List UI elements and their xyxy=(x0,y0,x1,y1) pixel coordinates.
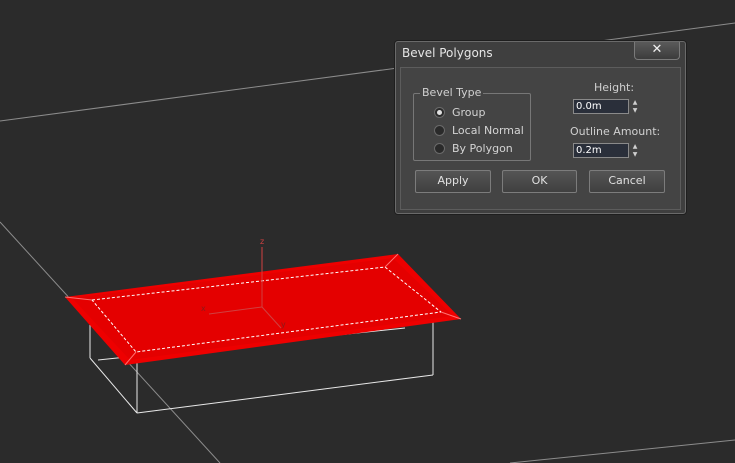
cancel-button[interactable]: Cancel xyxy=(589,170,665,193)
radio-label-group: Group xyxy=(452,105,486,119)
radio-label-by-polygon: By Polygon xyxy=(452,141,513,155)
radio-local-normal-option[interactable]: Local Normal xyxy=(434,122,524,138)
radio-button-local-normal[interactable] xyxy=(434,124,445,136)
selected-polygon[interactable] xyxy=(64,253,462,366)
radio-group-option[interactable]: Group xyxy=(434,104,486,120)
gizmo-z-label: z xyxy=(260,237,264,246)
close-icon: ✕ xyxy=(651,42,663,57)
dialog-title: Bevel Polygons xyxy=(402,46,493,60)
ok-button[interactable]: OK xyxy=(502,170,577,193)
radio-label-local-normal: Local Normal xyxy=(452,123,524,137)
spinner-up-icon[interactable]: ▲ xyxy=(631,143,639,150)
outline-amount-input[interactable]: 0.2m xyxy=(573,143,629,158)
spinner-down-icon[interactable]: ▼ xyxy=(631,107,639,114)
radio-button-group[interactable] xyxy=(434,106,445,118)
bevel-type-legend: Bevel Type xyxy=(420,86,484,99)
dialog-titlebar[interactable]: Bevel Polygons ✕ xyxy=(396,42,685,66)
apply-button[interactable]: Apply xyxy=(415,170,491,193)
outline-amount-spinner-arrows[interactable]: ▲ ▼ xyxy=(631,143,639,158)
radio-by-polygon-option[interactable]: By Polygon xyxy=(434,140,513,156)
height-label: Height: xyxy=(594,81,635,94)
height-spinner-arrows[interactable]: ▲ ▼ xyxy=(631,99,639,114)
spinner-down-icon[interactable]: ▼ xyxy=(631,151,639,158)
bevel-polygons-dialog: Bevel Polygons ✕ Bevel Type Group Local … xyxy=(395,41,686,214)
close-button[interactable]: ✕ xyxy=(634,42,680,60)
radio-button-by-polygon[interactable] xyxy=(434,142,445,154)
gizmo-y-label: y xyxy=(281,320,286,329)
height-input[interactable]: 0.0m xyxy=(573,99,629,114)
grid-line xyxy=(509,439,735,463)
gizmo-x-label: x xyxy=(201,304,206,313)
outline-amount-label: Outline Amount: xyxy=(570,125,661,138)
bevel-type-group: Bevel Type Group Local Normal By Polygon xyxy=(413,86,531,161)
spinner-up-icon[interactable]: ▲ xyxy=(631,99,639,106)
